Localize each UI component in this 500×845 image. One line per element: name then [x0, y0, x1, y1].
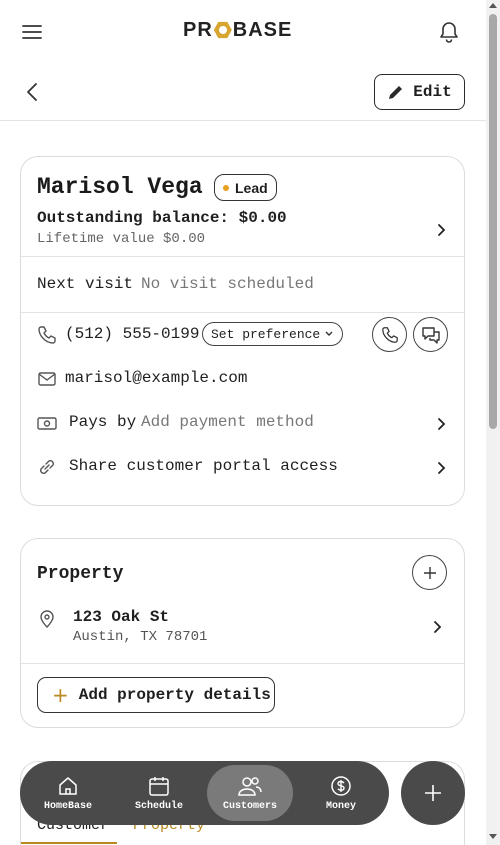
portal-access-label: Share customer portal access [69, 457, 338, 475]
customer-card: Marisol Vega Lead Outstanding balance: $… [20, 156, 465, 506]
nav-schedule[interactable]: Schedule [116, 765, 202, 821]
property-title: Property [37, 564, 124, 584]
envelope-icon [38, 372, 56, 386]
bottom-navigation: HomeBase Schedule Customers Money [20, 761, 389, 825]
chevron-right-icon [438, 462, 446, 474]
pays-by-value: Add payment method [141, 413, 314, 431]
nav-money[interactable]: Money [298, 765, 384, 821]
add-property-button[interactable] [412, 555, 447, 590]
scroll-up-arrow-icon[interactable] [489, 3, 497, 8]
phone-icon [38, 326, 56, 344]
pays-by-label: Pays by [69, 413, 137, 431]
add-property-details-button[interactable]: + Add property details [37, 677, 275, 713]
scroll-down-arrow-icon[interactable] [489, 834, 497, 839]
pencil-icon [389, 86, 403, 99]
sub-header: Edit [0, 62, 486, 121]
scroll-thumb[interactable] [489, 14, 497, 429]
address-line2: Austin, TX 78701 [73, 629, 208, 645]
address-line1: 123 Oak St [73, 608, 170, 626]
phone-icon [381, 326, 398, 343]
status-dot [223, 184, 229, 191]
map-pin-icon [40, 610, 54, 628]
link-icon [40, 460, 54, 474]
set-preference-dropdown[interactable]: Set preference [202, 322, 344, 346]
nav-customers[interactable]: Customers [207, 765, 293, 821]
divider [21, 312, 464, 313]
home-icon [59, 776, 77, 795]
active-tab-indicator [21, 842, 117, 844]
phone-number[interactable]: (512) 555-0199 [65, 325, 199, 343]
status-badge: Lead [214, 174, 277, 201]
users-icon [238, 776, 262, 796]
back-arrow-icon[interactable] [24, 82, 40, 102]
dollar-icon [331, 775, 351, 796]
chat-bubbles-icon [421, 326, 440, 344]
email-address[interactable]: marisol@example.com [65, 369, 247, 387]
calendar-icon [149, 776, 169, 796]
plus-icon [423, 566, 436, 579]
chevron-right-icon [438, 224, 446, 236]
edit-button[interactable]: Edit [374, 74, 465, 110]
plus-icon: + [52, 683, 69, 707]
chevron-down-icon [325, 331, 333, 336]
chevron-right-icon [438, 418, 446, 430]
logo-hex-icon [213, 21, 232, 39]
nav-homebase[interactable]: HomeBase [25, 765, 111, 821]
next-visit-label: Next visit [37, 275, 134, 293]
divider [21, 663, 464, 664]
outstanding-balance: Outstanding balance: $0.00 [37, 209, 287, 227]
cash-icon [37, 417, 57, 430]
bell-icon[interactable] [439, 21, 459, 43]
probase-logo[interactable]: PR BASE [183, 19, 292, 42]
scrollbar[interactable] [486, 0, 500, 845]
top-bar: PR BASE [0, 0, 486, 62]
lifetime-value: Lifetime value $0.00 [37, 231, 206, 247]
chevron-right-icon [434, 621, 442, 633]
call-button[interactable] [372, 317, 407, 352]
property-card: Property 123 Oak St Austin, TX 78701 + A… [20, 538, 465, 728]
add-fab-button[interactable] [401, 761, 465, 825]
plus-icon [425, 785, 441, 801]
next-visit-value: No visit scheduled [141, 275, 314, 293]
divider [21, 256, 464, 257]
hamburger-menu-icon[interactable] [22, 22, 42, 42]
customer-name: Marisol Vega [37, 174, 203, 200]
message-button[interactable] [413, 317, 448, 352]
